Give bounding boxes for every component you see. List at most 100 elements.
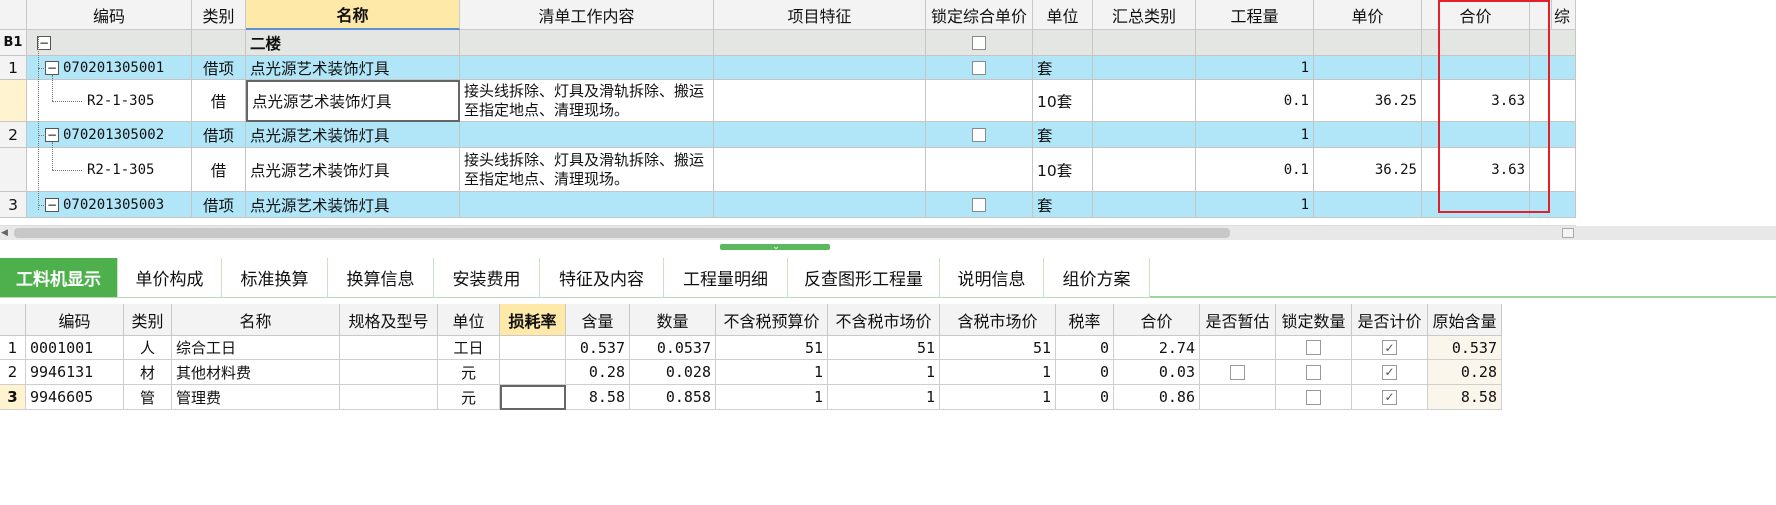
name-cell[interactable]: 二楼 — [246, 30, 460, 56]
content-cell[interactable]: 8.58 — [566, 385, 630, 410]
content-cell[interactable]: 接头线拆除、灯具及滑轨拆除、搬运至指定地点、清理现场。 — [460, 80, 714, 122]
orig-cell[interactable]: 8.58 — [1428, 385, 1502, 410]
header-name[interactable]: 名称 — [246, 0, 460, 30]
tab-standard-conversion[interactable]: 标准换算 — [222, 258, 328, 298]
name-cell[interactable]: 管理费 — [172, 385, 340, 410]
priced-checkbox[interactable]: ✓ — [1382, 389, 1397, 405]
tab-labor-material[interactable]: 工料机显示 — [0, 258, 118, 298]
tab-conversion-info[interactable]: 换算信息 — [328, 258, 434, 298]
header-work-content[interactable]: 清单工作内容 — [460, 0, 714, 30]
total-cell[interactable]: 0.03 — [1114, 360, 1200, 385]
horizontal-scrollbar[interactable]: ◀ — [0, 226, 1776, 240]
bottom-header-is-priced[interactable]: 是否计价 — [1352, 304, 1428, 336]
priced-checkbox[interactable]: ✓ — [1382, 340, 1397, 355]
bottom-header-spec[interactable]: 规格及型号 — [340, 304, 438, 336]
qty-cell[interactable]: 1 — [1196, 122, 1314, 148]
unit-cell[interactable]: 套 — [1033, 56, 1093, 80]
lock-checkbox[interactable] — [972, 197, 986, 212]
tab-pricing-plan[interactable]: 组价方案 — [1044, 258, 1150, 298]
header-type[interactable]: 类别 — [192, 0, 246, 30]
scroll-left-icon[interactable]: ◀ — [1, 228, 11, 238]
lock-qty-checkbox[interactable] — [1306, 340, 1321, 355]
name-cell[interactable]: 点光源艺术装饰灯具 — [246, 148, 460, 192]
header-comprehensive[interactable]: 综 — [1552, 0, 1576, 30]
header-quantity[interactable]: 工程量 — [1196, 0, 1314, 30]
row-number[interactable] — [0, 148, 27, 192]
row-number[interactable]: 1 — [0, 56, 27, 80]
orig-cell[interactable]: 0.28 — [1428, 360, 1502, 385]
bottom-header-unit[interactable]: 单位 — [438, 304, 500, 336]
qty-cell[interactable]: 0.858 — [630, 385, 716, 410]
type-cell[interactable]: 借项 — [192, 192, 246, 218]
code-cell[interactable]: − 070201305003 — [27, 192, 192, 218]
content-cell[interactable]: 接头线拆除、灯具及滑轨拆除、搬运至指定地点、清理现场。 — [460, 148, 714, 192]
unit-cell[interactable]: 套 — [1033, 122, 1093, 148]
bottom-header-lock-qty[interactable]: 锁定数量 — [1276, 304, 1352, 336]
tab-description[interactable]: 说明信息 — [940, 258, 1044, 298]
budget-cell[interactable]: 51 — [716, 336, 828, 360]
chevron-down-icon[interactable]: ⌄ — [769, 242, 783, 252]
tax-cell[interactable]: 0 — [1056, 360, 1114, 385]
loss-cell[interactable] — [500, 336, 566, 360]
tab-feature-content[interactable]: 特征及内容 — [540, 258, 664, 298]
type-cell[interactable]: 借 — [192, 80, 246, 122]
bottom-header-total[interactable]: 合价 — [1114, 304, 1200, 336]
qty-cell[interactable]: 0.0537 — [630, 336, 716, 360]
market-cell[interactable]: 1 — [828, 385, 940, 410]
tab-unit-price[interactable]: 单价构成 — [118, 258, 222, 298]
budget-cell[interactable]: 1 — [716, 360, 828, 385]
provisional-checkbox[interactable] — [1230, 364, 1245, 380]
unit-cell[interactable]: 10套 — [1033, 80, 1093, 122]
row-number[interactable]: 2 — [0, 122, 27, 148]
collapse-icon[interactable]: − — [37, 35, 51, 50]
splitter[interactable]: ⌄ — [0, 240, 1776, 254]
bottom-header-tax-market-price[interactable]: 含税市场价 — [940, 304, 1056, 336]
bottom-header-name[interactable]: 名称 — [172, 304, 340, 336]
name-cell[interactable]: 综合工日 — [172, 336, 340, 360]
spec-cell[interactable] — [340, 385, 438, 410]
lock-qty-checkbox[interactable] — [1306, 389, 1321, 405]
bottom-header-market-price[interactable]: 不含税市场价 — [828, 304, 940, 336]
bottom-header-loss-rate[interactable]: 损耗率 — [500, 304, 566, 336]
row-number[interactable]: 2 — [0, 360, 26, 385]
code-cell[interactable]: 9946131 — [26, 360, 124, 385]
lock-checkbox[interactable] — [972, 60, 986, 75]
tab-install-fee[interactable]: 安装费用 — [434, 258, 540, 298]
price-cell[interactable]: 36.25 — [1314, 80, 1422, 122]
row-number[interactable]: 3 — [0, 385, 26, 410]
loss-cell-selected[interactable] — [500, 385, 566, 410]
total-cell[interactable]: 0.86 — [1114, 385, 1200, 410]
priced-checkbox[interactable]: ✓ — [1382, 364, 1397, 380]
unit-cell[interactable]: 工日 — [438, 336, 500, 360]
name-cell[interactable]: 点光源艺术装饰灯具 — [246, 122, 460, 148]
content-cell[interactable]: 0.537 — [566, 336, 630, 360]
unit-cell[interactable]: 元 — [438, 385, 500, 410]
bottom-header-original-content[interactable]: 原始含量 — [1428, 304, 1502, 336]
code-cell[interactable]: 9946605 — [26, 385, 124, 410]
name-cell[interactable]: 其他材料费 — [172, 360, 340, 385]
price-cell[interactable]: 36.25 — [1314, 148, 1422, 192]
market-cell[interactable]: 51 — [828, 336, 940, 360]
row-number[interactable] — [0, 80, 27, 122]
tab-quantity-detail[interactable]: 工程量明细 — [664, 258, 788, 298]
type-cell[interactable]: 人 — [124, 336, 172, 360]
collapse-icon[interactable]: − — [45, 197, 59, 212]
tax-cell[interactable]: 0 — [1056, 336, 1114, 360]
type-cell[interactable]: 借 — [192, 148, 246, 192]
content-cell[interactable]: 0.28 — [566, 360, 630, 385]
row-number[interactable]: 1 — [0, 336, 26, 360]
budget-cell[interactable]: 1 — [716, 385, 828, 410]
header-code[interactable]: 编码 — [27, 0, 192, 30]
header-summary-type[interactable]: 汇总类别 — [1093, 0, 1196, 30]
bottom-header-code[interactable]: 编码 — [26, 304, 124, 336]
name-cell[interactable]: 点光源艺术装饰灯具 — [246, 56, 460, 80]
type-cell[interactable]: 借项 — [192, 56, 246, 80]
market-cell[interactable]: 1 — [828, 360, 940, 385]
type-cell[interactable]: 借项 — [192, 122, 246, 148]
header-lock-price[interactable]: 锁定综合单价 — [926, 0, 1033, 30]
tax-market-cell[interactable]: 1 — [940, 360, 1056, 385]
bottom-header-budget-price[interactable]: 不含税预算价 — [716, 304, 828, 336]
type-cell[interactable]: 材 — [124, 360, 172, 385]
bottom-header-type[interactable]: 类别 — [124, 304, 172, 336]
qty-cell[interactable]: 1 — [1196, 56, 1314, 80]
